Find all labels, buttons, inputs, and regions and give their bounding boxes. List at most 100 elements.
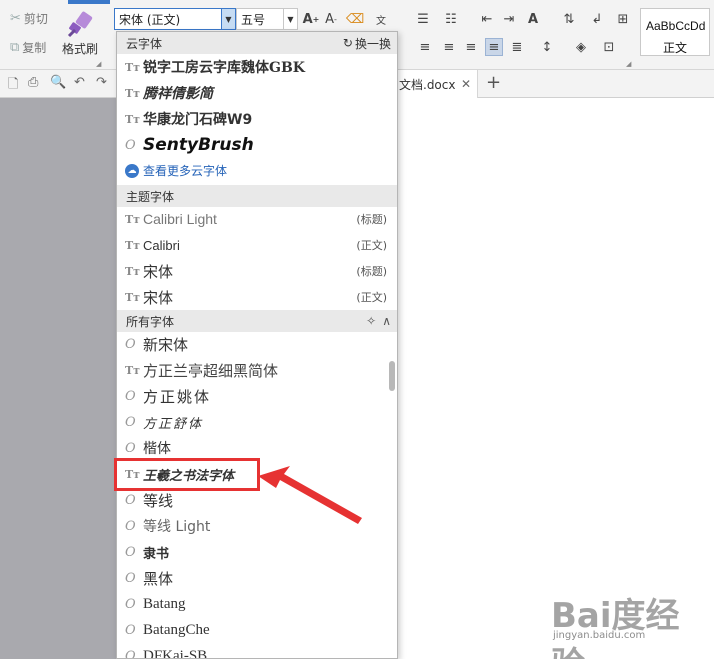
align-center-icon[interactable]: ≡ xyxy=(440,38,458,56)
theme-fonts-header: 主题字体 xyxy=(117,185,397,207)
font-item[interactable]: Tт 宋体 (正文) xyxy=(117,284,387,310)
shading-icon[interactable]: ◈ xyxy=(572,38,590,56)
opentype-icon: O xyxy=(125,414,136,430)
font-name-value: 宋体 (正文) xyxy=(119,12,181,27)
truetype-icon: Tт xyxy=(125,212,141,226)
font-item[interactable]: O 隶书 xyxy=(117,539,387,565)
chevron-down-icon[interactable]: ▼ xyxy=(283,9,297,29)
clipboard-launcher-icon[interactable]: ◢ xyxy=(96,60,101,68)
justify-icon[interactable]: ≡ xyxy=(485,38,503,56)
font-item[interactable]: Tт 华康龙门石碑W9 xyxy=(117,106,387,132)
truetype-icon: Tт xyxy=(125,238,141,252)
style-name: 正文 xyxy=(663,41,688,55)
watermark-logo: Bai度经验 xyxy=(551,596,680,659)
font-item[interactable]: O Batang xyxy=(117,591,387,617)
line-spacing-icon[interactable]: ↕ xyxy=(538,38,556,56)
clear-format-icon[interactable]: ⌫ xyxy=(346,10,364,28)
pin-icon[interactable]: ✧ xyxy=(366,314,376,328)
truetype-icon: Tт xyxy=(125,60,141,74)
opentype-icon: O xyxy=(125,544,136,560)
highlight-box xyxy=(114,458,260,491)
opentype-icon: O xyxy=(125,388,136,404)
paragraph-launcher-icon[interactable]: ◢ xyxy=(626,60,631,68)
font-item[interactable]: O BatangChe xyxy=(117,617,387,643)
document-tab-label: 文档.docx xyxy=(399,77,456,92)
document-tab[interactable]: 文档.docx ✕ xyxy=(390,70,478,98)
font-item[interactable]: O 黑体 xyxy=(117,565,387,591)
bullet-list-icon[interactable]: ☰ xyxy=(414,10,432,28)
new-tab-button[interactable]: + xyxy=(486,72,501,93)
text-format-icon[interactable]: A xyxy=(524,10,542,28)
refresh-icon: ↻ xyxy=(342,36,353,50)
format-painter-label[interactable]: 格式刷 xyxy=(62,40,98,57)
opentype-icon: O xyxy=(125,440,136,456)
opentype-icon: O xyxy=(125,518,136,534)
distribute-icon[interactable]: ≣ xyxy=(508,38,526,56)
font-item[interactable]: Tт Calibri (正文) xyxy=(117,232,387,258)
copy-icon: ⧉ xyxy=(10,40,20,55)
tab-accent xyxy=(68,0,110,4)
font-size-combo[interactable]: 五号 ▼ xyxy=(236,8,298,30)
font-item[interactable]: O 方正姚体 xyxy=(117,383,387,409)
font-item[interactable]: Tт 锐字工房云字库魏体GBK xyxy=(117,54,387,80)
font-item[interactable]: Tт Calibri Light (标题) xyxy=(117,206,387,232)
font-item[interactable]: O 方正舒体 xyxy=(117,409,387,435)
font-item[interactable]: O 新宋体 xyxy=(117,331,387,357)
font-dropdown: 云字体 ↻ 换一换 Tт 锐字工房云字库魏体GBK Tт 腾祥倩影简 Tт 华康… xyxy=(116,31,398,659)
numbered-list-icon[interactable]: ☷ xyxy=(442,10,460,28)
cloud-fonts-header: 云字体 ↻ 换一换 xyxy=(117,32,397,54)
truetype-icon: Tт xyxy=(125,112,141,126)
font-item[interactable]: O SentyBrush xyxy=(117,132,387,158)
opentype-icon: O xyxy=(125,137,136,153)
opentype-icon: O xyxy=(125,596,136,612)
collapse-icon[interactable]: ∧ xyxy=(382,314,391,328)
font-item[interactable]: O DFKai-SB xyxy=(117,643,387,659)
watermark-url: jingyan.baidu.com xyxy=(553,630,646,641)
style-sample: AaBbCcDd xyxy=(646,19,706,33)
align-right-icon[interactable]: ≡ xyxy=(462,38,480,56)
phonetic-guide-icon[interactable]: 文 xyxy=(372,10,390,28)
sort-icon[interactable]: ⇅ xyxy=(560,10,578,28)
font-name-combo[interactable]: 宋体 (正文) ▼ xyxy=(114,8,236,30)
more-cloud-fonts-link[interactable]: ☁ 查看更多云字体 xyxy=(125,162,227,179)
cloud-icon: ☁ xyxy=(125,163,139,178)
annotation-arrow-icon xyxy=(258,466,362,524)
align-left-icon[interactable]: ≡ xyxy=(416,38,434,56)
print-preview-icon[interactable]: 🔍 xyxy=(50,75,66,90)
font-size-value: 五号 xyxy=(241,12,266,27)
all-fonts-header: 所有字体 ✧ ∧ xyxy=(117,310,397,332)
grow-font-icon[interactable]: A + xyxy=(302,10,320,28)
borders-icon[interactable]: ⊡ xyxy=(600,38,618,56)
font-item[interactable]: Tт 宋体 (标题) xyxy=(117,258,387,284)
watermark: Bai度经验 jingyan.baidu.com xyxy=(545,588,705,659)
copy-button[interactable]: ⧉ 复制 xyxy=(10,39,46,56)
format-painter-icon[interactable] xyxy=(64,10,94,40)
opentype-icon: O xyxy=(125,336,136,352)
scrollbar-thumb[interactable] xyxy=(389,361,395,391)
close-icon[interactable]: ✕ xyxy=(461,77,471,91)
opentype-icon: O xyxy=(125,648,136,659)
truetype-icon: Tт xyxy=(125,290,141,304)
cut-button[interactable]: ✂ 剪切 xyxy=(10,10,48,27)
opentype-icon: O xyxy=(125,492,136,508)
undo-icon[interactable]: ↶ xyxy=(74,75,85,90)
truetype-icon: Tт xyxy=(125,86,141,100)
chevron-down-icon[interactable]: ▼ xyxy=(221,9,235,29)
font-item[interactable]: Tт 腾祥倩影简 xyxy=(117,80,387,106)
truetype-icon: Tт xyxy=(125,363,141,377)
shrink-font-icon[interactable]: A- xyxy=(322,10,340,28)
font-item[interactable]: Tт 方正兰亭超细黑简体 xyxy=(117,357,387,383)
truetype-icon: Tт xyxy=(125,264,141,278)
table-icon[interactable]: ⊞ xyxy=(614,10,632,28)
document-page[interactable] xyxy=(398,98,714,659)
refresh-button[interactable]: ↻ 换一换 xyxy=(343,35,391,52)
new-doc-icon[interactable]: 🗋 xyxy=(8,75,18,97)
opentype-icon: O xyxy=(125,622,136,638)
decrease-indent-icon[interactable]: ⇤ xyxy=(478,10,496,28)
show-marks-icon[interactable]: ↲ xyxy=(588,10,606,28)
style-normal[interactable]: AaBbCcDd 正文 xyxy=(640,8,710,56)
scissors-icon: ✂ xyxy=(10,11,21,26)
increase-indent-icon[interactable]: ⇥ xyxy=(500,10,518,28)
redo-icon[interactable]: ↷ xyxy=(96,75,107,90)
print-icon[interactable]: ⎙ xyxy=(28,75,38,90)
